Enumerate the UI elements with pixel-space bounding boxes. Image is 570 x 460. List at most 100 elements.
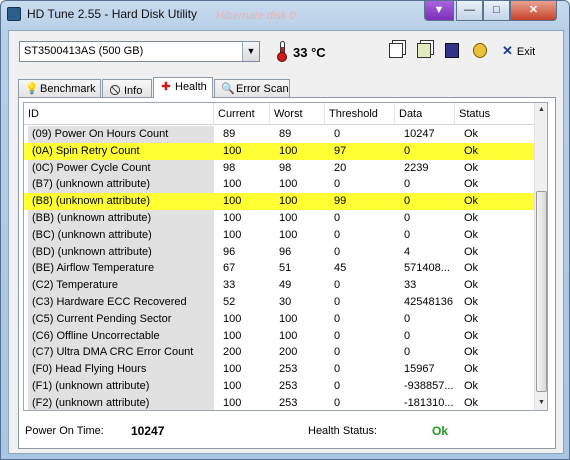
health-cross-icon: ✚ <box>161 81 171 93</box>
cell-threshold: 0 <box>334 228 341 241</box>
thermometer-icon <box>277 41 287 62</box>
column-header-status[interactable]: Status <box>455 103 537 125</box>
cell-current: 52 <box>223 295 236 308</box>
cell-threshold: 0 <box>334 211 341 224</box>
cell-threshold: 97 <box>334 144 347 157</box>
scroll-up-icon[interactable]: ▲ <box>535 103 547 117</box>
cell-threshold: 0 <box>334 363 341 376</box>
cell-data: 0 <box>404 195 411 208</box>
cell-threshold: 45 <box>334 262 347 275</box>
table-row[interactable]: (F0) Head Flying Hours 100 253 0 15967 Ok <box>24 361 537 378</box>
tab-error-scan[interactable]: 🔍Error Scan <box>214 79 290 97</box>
maximize-button[interactable]: □ <box>483 1 510 21</box>
chevron-down-icon[interactable]: ▼ <box>242 42 259 61</box>
table-row[interactable]: (BC) (unknown attribute) 100 100 0 0 Ok <box>24 226 537 244</box>
table-header: ID Current Worst Threshold Data Status <box>24 103 537 125</box>
table-row[interactable]: (C7) Ultra DMA CRC Error Count 200 200 0 0 Ok <box>24 344 537 362</box>
cell-worst: 51 <box>279 262 292 275</box>
health-panel: ID Current Worst Threshold Data Status (… <box>18 97 556 449</box>
cell-status: Ok <box>464 363 479 376</box>
cell-data: 10247 <box>404 128 435 140</box>
table-row[interactable]: (F2) (unknown attribute) 100 253 0 -181310..… <box>24 394 537 410</box>
cell-current: 96 <box>223 245 236 258</box>
title-bar[interactable]: HD Tune 2.55 - Hard Disk Utility Hiberna… <box>1 1 569 29</box>
cell-id: (C3) Hardware ECC Recovered <box>28 293 214 311</box>
tab-info[interactable]: 🛇 Info <box>102 79 152 97</box>
table-row[interactable]: (BD) (unknown attribute) 96 96 0 4 Ok <box>24 243 537 261</box>
options-button[interactable] <box>469 40 491 62</box>
cell-id: (BD) (unknown attribute) <box>28 243 214 261</box>
health-status-label: Health Status: <box>308 425 378 437</box>
column-header-threshold[interactable]: Threshold <box>325 103 395 125</box>
cell-status: Ok <box>464 379 479 392</box>
table-row[interactable]: (F1) (unknown attribute) 100 253 0 -938857..… <box>24 377 537 395</box>
magnifier-icon: 🔍 <box>221 83 235 95</box>
cell-id: (BB) (unknown attribute) <box>28 209 214 227</box>
copy-text-button[interactable] <box>385 40 407 62</box>
table-row[interactable]: (C3) Hardware ECC Recovered 52 30 0 42548136… <box>24 293 537 311</box>
column-header-worst[interactable]: Worst <box>270 103 325 125</box>
cell-current: 100 <box>223 195 242 208</box>
column-header-id[interactable]: ID <box>24 103 214 125</box>
table-row[interactable]: (0A) Spin Retry Count 100 100 97 0 Ok <box>24 142 537 160</box>
cell-id: (C5) Current Pending Sector <box>28 310 214 328</box>
column-header-data[interactable]: Data <box>395 103 455 125</box>
tab-benchmark-label: Benchmark <box>40 83 96 95</box>
tab-health[interactable]: ✚ Health <box>153 77 213 98</box>
exit-label: Exit <box>516 46 536 58</box>
column-header-current[interactable]: Current <box>214 103 270 125</box>
scroll-down-icon[interactable]: ▼ <box>535 396 547 410</box>
health-status-value: Ok <box>432 424 449 438</box>
table-row[interactable]: (09) Power On Hours Count 89 89 0 10247 Ok <box>24 126 537 143</box>
table-row[interactable]: (B7) (unknown attribute) 100 100 0 0 Ok <box>24 176 537 194</box>
cell-worst: 100 <box>279 178 298 191</box>
temperature-readout: 33 °C <box>293 45 326 60</box>
cell-worst: 200 <box>279 346 298 359</box>
cell-current: 33 <box>223 279 236 292</box>
minimize-button[interactable]: — <box>456 1 483 21</box>
tab-info-label: Info <box>124 85 143 97</box>
cell-data: 15967 <box>404 363 435 376</box>
table-row[interactable]: (C5) Current Pending Sector 100 100 0 0 Ok <box>24 310 537 328</box>
cell-id: (B8) (unknown attribute) <box>28 193 214 210</box>
cell-current: 100 <box>223 379 242 392</box>
cell-threshold: 0 <box>334 379 341 392</box>
cell-threshold: 20 <box>334 161 347 174</box>
table-row[interactable]: (C2) Temperature 33 49 0 33 Ok <box>24 277 537 294</box>
tab-benchmark[interactable]: 💡Benchmark <box>18 79 101 97</box>
scroll-thumb[interactable] <box>536 191 547 392</box>
cell-id: (BE) Airflow Temperature <box>28 260 214 278</box>
drive-select-value: ST3500413AS (500 GB) <box>24 45 144 57</box>
cell-status: Ok <box>464 228 479 241</box>
cell-status: Ok <box>464 329 479 342</box>
table-row[interactable]: (BB) (unknown attribute) 100 100 0 0 Ok <box>24 209 537 227</box>
copy-screenshot-button[interactable] <box>413 40 435 62</box>
vertical-scrollbar[interactable]: ▲ ▼ <box>534 103 547 410</box>
cell-current: 100 <box>223 363 242 376</box>
close-button[interactable]: ✕ <box>510 1 557 21</box>
smart-table[interactable]: ID Current Worst Threshold Data Status (… <box>23 102 548 411</box>
cell-current: 100 <box>223 329 242 342</box>
exit-button[interactable]: ✕ Exit <box>502 40 550 62</box>
table-row[interactable]: (0C) Power Cycle Count 98 98 20 2239 Ok <box>24 159 537 177</box>
cell-status: Ok <box>464 128 479 140</box>
table-row[interactable]: (B8) (unknown attribute) 100 100 99 0 Ok <box>24 193 537 210</box>
maximize-icon: □ <box>493 4 500 16</box>
floppy-disk-icon <box>445 43 459 58</box>
cell-id: (0A) Spin Retry Count <box>28 142 214 160</box>
cell-status: Ok <box>464 178 479 191</box>
table-body: (09) Power On Hours Count 89 89 0 10247 Ok (0A… <box>24 126 537 410</box>
download-arrow-button[interactable]: ▼ <box>424 1 454 21</box>
cell-current: 67 <box>223 262 236 275</box>
cell-data: -938857... <box>404 379 454 392</box>
cell-status: Ok <box>464 195 479 208</box>
cell-worst: 100 <box>279 228 298 241</box>
cell-status: Ok <box>464 161 479 174</box>
app-window: HD Tune 2.55 - Hard Disk Utility Hiberna… <box>0 0 570 460</box>
table-row[interactable]: (BE) Airflow Temperature 67 51 45 571408... O… <box>24 260 537 278</box>
save-button[interactable] <box>441 40 463 62</box>
cell-id: (F2) (unknown attribute) <box>28 394 214 410</box>
drive-select[interactable]: ST3500413AS (500 GB) ▼ <box>19 41 260 62</box>
cell-current: 100 <box>223 312 242 325</box>
table-row[interactable]: (C6) Offline Uncorrectable 100 100 0 0 Ok <box>24 327 537 345</box>
